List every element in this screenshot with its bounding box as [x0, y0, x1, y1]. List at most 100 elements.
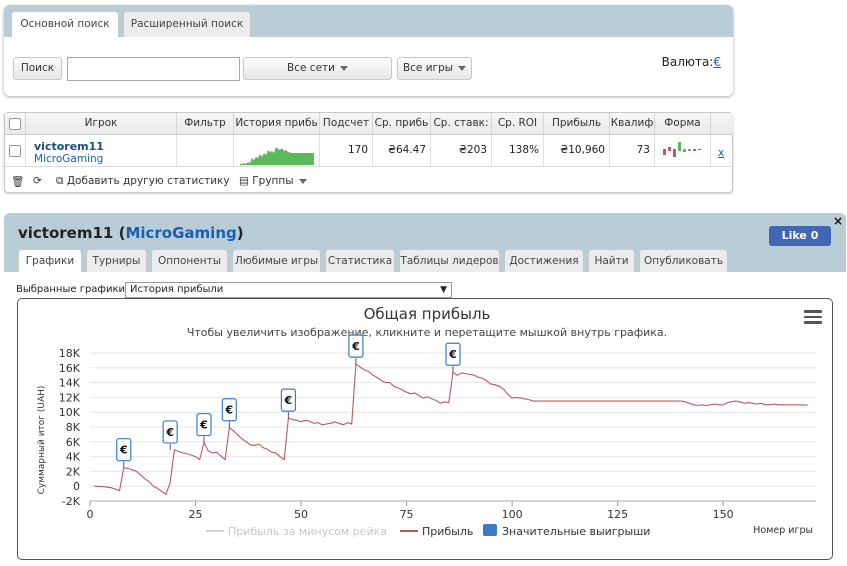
facebook-like-button[interactable]: Like 0 — [769, 226, 831, 246]
big-win-marker[interactable]: € — [196, 412, 212, 443]
network-select[interactable]: Все сети — [243, 57, 392, 80]
search-button[interactable]: Поиск — [13, 57, 62, 80]
avg-stake-cell: ₴203 — [431, 135, 492, 167]
col-form[interactable]: Форма — [655, 113, 711, 135]
tab-charts[interactable]: Графики — [18, 249, 82, 273]
tab-achievements[interactable]: Достижения — [504, 249, 584, 272]
col-count[interactable]: Подсчет — [320, 113, 373, 135]
y-tick-label: 2K — [66, 465, 81, 478]
tab-tournaments[interactable]: Турниры — [86, 249, 147, 272]
trash-icon[interactable]: 🗑 — [11, 175, 24, 188]
chart-subtitle: Чтобы увеличить изображение, кликните и … — [187, 326, 667, 339]
svg-text:€: € — [284, 394, 293, 407]
currency-label: Валюта: — [661, 55, 714, 69]
chevron-down-icon — [339, 65, 348, 71]
like-label: Like 0 — [781, 229, 819, 242]
tab-basic-search[interactable]: Основной поиск — [11, 11, 119, 37]
profit-chart[interactable]: Общая прибыль Чтобы увеличить изображени… — [17, 298, 833, 560]
svg-text:€: € — [119, 444, 128, 457]
y-tick-label: 18K — [59, 347, 81, 360]
add-stats-icon: ⧉ — [56, 175, 67, 187]
select-all-header — [5, 113, 26, 135]
tab-statistics[interactable]: Статистика — [325, 249, 395, 272]
charts-tab-content: Выбранные графики: История прибыли ▼ Обща… — [4, 272, 846, 562]
svg-text:€: € — [165, 426, 174, 439]
x-tick-label: 150 — [713, 508, 734, 521]
tab-favorite-games[interactable]: Любимые игры — [232, 249, 321, 272]
profit-chart-svg: Общая прибыль Чтобы увеличить изображени… — [37, 305, 816, 538]
legend-item-big-wins[interactable]: Значительные выигрыши — [502, 525, 650, 538]
avg-profit-cell: ₴64.47 — [373, 135, 431, 167]
tab-opponents[interactable]: Оппоненты — [151, 249, 228, 272]
select-all-checkbox[interactable] — [9, 118, 21, 130]
row-checkbox[interactable] — [9, 145, 21, 157]
groups-dropdown[interactable]: ▤ Группы — [239, 175, 307, 187]
y-tick-label: 14K — [59, 377, 81, 390]
currency-link[interactable]: € — [713, 55, 721, 69]
filter-cell — [177, 135, 234, 167]
big-win-marker[interactable]: € — [162, 420, 178, 450]
qualification-cell: 73 — [610, 135, 655, 167]
y-tick-label: 16K — [59, 362, 81, 375]
games-select-label: Все игры — [402, 62, 454, 74]
col-remove — [711, 113, 733, 135]
x-tick-label: 0 — [87, 508, 94, 521]
legend-item-rake[interactable]: Прибыль за минусом рейка — [228, 525, 387, 538]
x-tick-label: 100 — [502, 508, 523, 521]
svg-text:€: € — [448, 348, 457, 361]
avg-roi-cell: 138% — [492, 135, 544, 167]
tab-publish[interactable]: Опубликовать — [639, 249, 728, 272]
tab-advanced-search[interactable]: Расширенный поиск — [123, 11, 251, 37]
player-name-link[interactable]: victorem11 — [34, 140, 104, 153]
legend-item-profit[interactable]: Прибыль — [422, 525, 473, 538]
x-axis-label: Номер игры — [753, 525, 813, 536]
games-select[interactable]: Все игры — [397, 57, 472, 80]
x-tick-label: 50 — [294, 508, 308, 521]
remove-row-link[interactable]: x — [718, 147, 724, 159]
chevron-down-icon — [458, 65, 467, 71]
x-tick-label: 125 — [607, 508, 628, 521]
player-panel: victorem11 (MicroGaming) Like 0 × График… — [4, 213, 846, 562]
tab-find[interactable]: Найти — [588, 249, 635, 272]
search-tabbar: Основной поиск Расширенный поиск — [4, 5, 733, 37]
player-heading: victorem11 (MicroGaming) — [18, 224, 244, 242]
legend-swatch-big-wins — [483, 524, 497, 536]
chart-select-label: Выбранные графики: — [16, 284, 129, 295]
count-cell: 170 — [320, 135, 373, 167]
refresh-icon[interactable]: ⟳ — [33, 175, 42, 187]
player-network-link[interactable]: MicroGaming — [34, 153, 103, 165]
network-select-label: Все сети — [287, 62, 335, 74]
svg-text:€: € — [199, 419, 208, 432]
big-win-marker[interactable]: € — [348, 334, 364, 365]
add-stats-label: Добавить другую статистику — [66, 175, 230, 187]
big-win-marker[interactable]: € — [116, 438, 132, 468]
player-heading-network[interactable]: MicroGaming — [125, 224, 236, 242]
chart-legend: Прибыль за минусом рейка Прибыль Значите… — [206, 524, 650, 538]
col-avg-stake[interactable]: Ср. ставк: — [431, 113, 492, 135]
groups-label: Группы — [252, 175, 294, 187]
col-qualification[interactable]: Квалиф — [610, 113, 655, 135]
search-input[interactable] — [67, 57, 240, 81]
y-tick-label: 6K — [66, 436, 81, 449]
col-profit-history[interactable]: История прибь — [234, 113, 320, 135]
chart-select[interactable]: История прибыли ▼ — [125, 282, 452, 298]
chart-select-value: История прибыли — [130, 284, 224, 295]
close-icon[interactable]: × — [833, 214, 843, 228]
y-axis-ticks: -2K 0 2K4K 6K 8K 10K 12K14K 16K 18K — [59, 347, 81, 508]
col-profit[interactable]: Прибыль — [544, 113, 610, 135]
big-win-marker[interactable]: € — [221, 398, 237, 428]
col-filter[interactable]: Фильтр — [177, 113, 234, 135]
chevron-down-icon — [298, 178, 307, 184]
svg-text:€: € — [351, 340, 360, 353]
hamburger-menu-icon[interactable] — [804, 310, 822, 327]
col-player[interactable]: Игрок — [26, 113, 177, 135]
big-win-marker[interactable]: € — [280, 388, 296, 419]
col-avg-roi[interactable]: Ср. ROI — [492, 113, 544, 135]
add-stats-link[interactable]: ⧉ Добавить другую статистику — [56, 175, 230, 188]
svg-text:€: € — [224, 404, 233, 417]
y-axis-label: Суммарный итог (UAH) — [37, 386, 47, 495]
x-tick-label: 25 — [189, 508, 203, 521]
form-cell — [655, 135, 711, 167]
tab-leaderboards[interactable]: Таблицы лидеров — [399, 249, 500, 272]
col-avg-profit[interactable]: Ср. прибь — [373, 113, 431, 135]
